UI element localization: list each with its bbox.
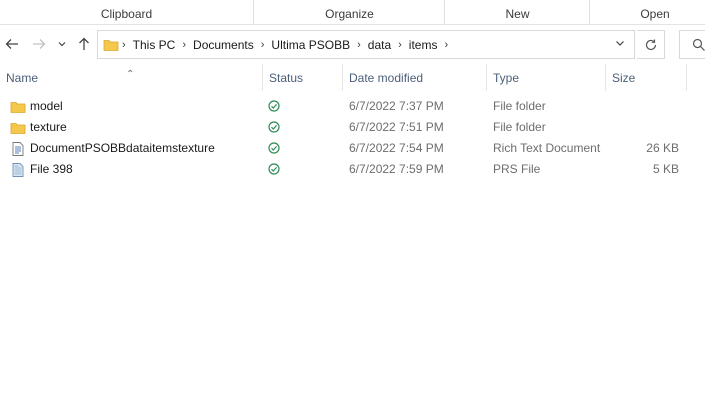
file-row-model[interactable]: model 6/7/2022 7:37 PM File folder <box>0 96 705 117</box>
file-date: 6/7/2022 7:37 PM <box>349 99 444 113</box>
breadcrumb-separator-icon[interactable]: › <box>119 39 129 51</box>
refresh-button[interactable] <box>637 30 665 59</box>
prs-file-icon <box>10 162 26 178</box>
column-header-status[interactable]: Status <box>263 64 343 91</box>
file-row-file-398[interactable]: File 398 6/7/2022 7:59 PM PRS File 5 KB <box>0 159 705 180</box>
file-name: texture <box>30 120 67 134</box>
arrow-left-icon <box>5 39 18 49</box>
file-row-document[interactable]: DocumentPSOBBdataitemstexture 6/7/2022 7… <box>0 138 705 159</box>
column-header-name[interactable]: Name ⌃ <box>0 64 263 91</box>
forward-button[interactable] <box>29 33 49 55</box>
chevron-down-icon <box>58 42 66 47</box>
file-row-texture[interactable]: texture 6/7/2022 7:51 PM File folder <box>0 117 705 138</box>
ribbon-group-new: New <box>444 0 590 24</box>
file-type: File folder <box>493 120 546 134</box>
sync-ok-icon <box>268 140 280 161</box>
ribbon-group-open: Open <box>589 0 705 24</box>
navigation-bar: › This PC › Documents › Ultima PSOBB › d… <box>0 25 705 63</box>
file-type: Rich Text Document <box>493 141 601 155</box>
breadcrumb-items[interactable]: items <box>405 38 442 52</box>
breadcrumb: › This PC › Documents › Ultima PSOBB › d… <box>98 31 451 58</box>
back-button[interactable] <box>2 33 22 55</box>
file-type: PRS File <box>493 162 541 176</box>
sync-ok-icon <box>268 161 280 182</box>
search-input[interactable] <box>679 30 705 59</box>
file-name: model <box>30 99 63 113</box>
breadcrumb-separator-icon[interactable]: › <box>395 39 405 51</box>
ribbon-group-organize: Organize <box>253 0 445 24</box>
file-size: 26 KB <box>646 141 679 155</box>
breadcrumb-this-pc[interactable]: This PC <box>129 38 180 52</box>
refresh-icon <box>645 39 656 50</box>
folder-icon <box>10 120 26 136</box>
breadcrumb-ultima-psobb[interactable]: Ultima PSOBB <box>267 38 354 52</box>
ribbon-group-clipboard: Clipboard <box>100 7 153 21</box>
address-bar[interactable]: › This PC › Documents › Ultima PSOBB › d… <box>97 30 635 59</box>
sort-ascending-icon: ⌃ <box>126 69 135 80</box>
file-list: model 6/7/2022 7:37 PM File folder textu… <box>0 96 705 180</box>
chevron-down-icon <box>616 41 624 46</box>
breadcrumb-documents[interactable]: Documents <box>189 38 258 52</box>
file-name: DocumentPSOBBdataitemstexture <box>30 141 215 155</box>
address-history-dropdown[interactable] <box>614 37 626 52</box>
column-header-size[interactable]: Size <box>606 64 687 91</box>
breadcrumb-data[interactable]: data <box>364 38 395 52</box>
ribbon-group-bar: Clipboard Organize New Open <box>0 0 705 25</box>
up-button[interactable] <box>74 33 94 55</box>
breadcrumb-separator-icon[interactable]: › <box>179 39 189 51</box>
file-size: 5 KB <box>652 162 679 176</box>
column-header-type[interactable]: Type <box>487 64 606 91</box>
rtf-document-icon <box>10 141 26 157</box>
sync-ok-icon <box>268 119 280 140</box>
file-date: 6/7/2022 7:54 PM <box>349 141 444 155</box>
column-headers: Name ⌃ Status Date modified Type Size <box>0 64 705 91</box>
file-name-cell: DocumentPSOBBdataitemstexture <box>10 138 215 159</box>
recent-locations-button[interactable] <box>54 33 70 55</box>
file-size <box>612 117 679 138</box>
breadcrumb-separator-icon[interactable]: › <box>354 39 364 51</box>
arrow-up-icon <box>79 37 89 50</box>
file-name-cell: model <box>10 96 63 117</box>
file-type: File folder <box>493 99 546 113</box>
breadcrumb-separator-icon[interactable]: › <box>441 39 451 51</box>
file-name-cell: texture <box>10 117 67 138</box>
file-date: 6/7/2022 7:51 PM <box>349 120 444 134</box>
arrow-right-icon <box>33 39 46 49</box>
search-icon <box>692 38 705 51</box>
file-date: 6/7/2022 7:59 PM <box>349 162 444 176</box>
folder-icon <box>10 99 26 115</box>
file-name: File 398 <box>30 162 73 176</box>
column-header-name-label: Name <box>6 71 39 85</box>
file-name-cell: File 398 <box>10 159 73 180</box>
sync-ok-icon <box>268 98 280 119</box>
column-header-date-modified[interactable]: Date modified <box>343 64 487 91</box>
file-size <box>612 96 679 117</box>
folder-icon <box>103 37 119 53</box>
breadcrumb-separator-icon[interactable]: › <box>258 39 268 51</box>
